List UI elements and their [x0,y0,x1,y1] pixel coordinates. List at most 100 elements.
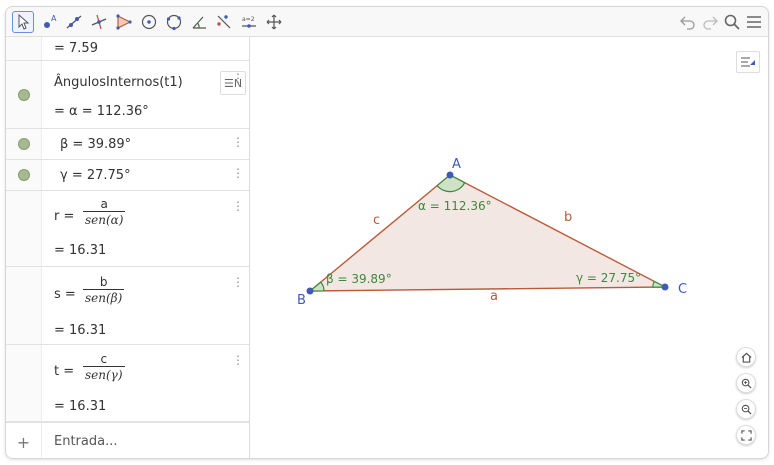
algebra-row[interactable]: γ = 27.75° ⋮ [6,160,249,191]
row-value: = 16.31 [54,243,107,258]
toolbar: A a=2 [6,7,768,37]
geogebra-window: A a=2 = 7.59 ☰N ÂngulosInternos(t1) = α … [5,6,769,459]
zoom-in-icon [741,378,752,389]
visibility-toggle-icon[interactable] [18,138,30,150]
svg-text:A: A [51,14,57,23]
row-value: = α = 112.36° [54,104,149,119]
move-tool-button[interactable] [12,11,34,33]
fraction-numerator: c [100,352,108,366]
fraction: c sen(γ) [83,352,125,382]
algebra-row[interactable]: r = a sen(α) = 16.31 ⋮ [6,191,249,267]
angle-alpha-label: α = 112.36° [418,199,492,213]
graphics-view[interactable]: A B C a b c α = 112.36° β = 39.89° γ = 2… [250,37,769,459]
fullscreen-icon [740,429,752,441]
zoom-out-icon [741,404,752,415]
line-icon [66,15,82,29]
point-C-label: C [678,282,687,297]
reflect-icon [217,15,231,29]
visibility-toggle-icon[interactable] [18,169,30,181]
fullscreen-button[interactable] [736,425,756,445]
row-menu-icon[interactable]: ⋮ [232,71,244,85]
redo-button[interactable] [698,11,722,33]
row-value: β = 39.89° [60,137,132,152]
point-icon: A [44,14,57,28]
slider-icon: a=2 [242,16,256,28]
cursor-arrow-icon [18,13,30,30]
row-value: = 7.59 [54,41,98,56]
row-lhs: t = [54,364,75,379]
input-bar[interactable]: + Entrada... [6,422,249,458]
row-menu-icon[interactable]: ⋮ [232,353,244,367]
point-B-label: B [297,293,306,308]
angle-gamma-label: γ = 27.75° [576,271,641,285]
row-value: γ = 27.75° [60,168,131,183]
circle-three-points-tool-button[interactable] [163,11,185,33]
polygon-icon [116,14,132,30]
hamburger-menu-icon [747,16,761,28]
main-menu-button[interactable] [742,11,766,33]
angle-icon [192,16,206,29]
algebra-row[interactable]: t = c sen(γ) = 16.31 ⋮ [6,345,249,422]
point-tool-button[interactable]: A [38,11,60,33]
algebra-row[interactable]: = 7.59 [6,37,249,61]
add-input-button[interactable]: + [6,423,42,458]
search-icon [724,14,740,30]
zoom-in-button[interactable] [736,373,756,393]
fraction-denominator: sen(γ) [83,366,125,382]
perpendicular-tool-button[interactable] [88,11,110,33]
svg-text:a=2: a=2 [242,16,255,23]
undo-button[interactable] [676,11,700,33]
input-placeholder[interactable]: Entrada... [54,434,117,449]
algebra-row[interactable]: ÂngulosInternos(t1) = α = 112.36° ⋮ [6,61,249,129]
search-button[interactable] [720,11,744,33]
fraction: a sen(α) [83,197,126,227]
fraction-numerator: a [100,197,108,211]
circle-three-points-icon [166,14,182,31]
redo-icon [703,16,718,30]
point-A-label: A [452,157,461,172]
row-marker [6,345,42,421]
standard-view-button[interactable] [736,347,756,367]
point-B[interactable] [306,287,314,295]
row-marker [6,267,42,344]
side-a-label: a [490,289,498,304]
circle-center-icon [141,14,157,30]
style-bar-icon [741,57,755,67]
row-marker [6,191,42,266]
fraction-denominator: sen(β) [83,289,125,305]
move-graphics-view-tool-button[interactable] [263,11,285,33]
angle-beta-label: β = 39.89° [326,272,392,286]
fraction-denominator: sen(α) [83,211,126,227]
row-lhs: s = [54,287,76,302]
point-A[interactable] [446,171,454,179]
row-marker [6,37,42,60]
side-c-label: c [373,213,380,228]
angle-tool-button[interactable] [188,11,210,33]
graphics-canvas[interactable]: A B C a b c α = 112.36° β = 39.89° γ = 2… [250,37,769,459]
graphics-style-bar-button[interactable] [736,51,760,73]
line-tool-button[interactable] [63,11,85,33]
zoom-out-button[interactable] [736,399,756,419]
row-menu-icon[interactable]: ⋮ [232,199,244,213]
row-value: = 16.31 [54,399,107,414]
point-C[interactable] [661,283,669,291]
fraction-numerator: b [99,275,108,289]
row-lhs: r = [54,209,75,224]
row-menu-icon[interactable]: ⋮ [232,166,244,180]
visibility-toggle-icon[interactable] [18,89,30,101]
circle-center-tool-button[interactable] [138,11,160,33]
perpendicular-icon [91,14,107,30]
polygon-tool-button[interactable] [113,11,135,33]
row-label: ÂngulosInternos(t1) [54,75,183,90]
undo-icon [680,16,695,30]
side-b-label: b [564,210,572,225]
home-icon [741,352,751,363]
fraction: b sen(β) [83,275,125,305]
algebra-row[interactable]: β = 39.89° ⋮ [6,129,249,160]
algebra-row[interactable]: s = b sen(β) = 16.31 ⋮ [6,267,249,345]
reflect-tool-button[interactable] [213,11,235,33]
move-arrows-icon [266,14,282,30]
row-menu-icon[interactable]: ⋮ [232,135,244,149]
slider-tool-button[interactable]: a=2 [238,11,260,33]
row-menu-icon[interactable]: ⋮ [232,275,244,289]
